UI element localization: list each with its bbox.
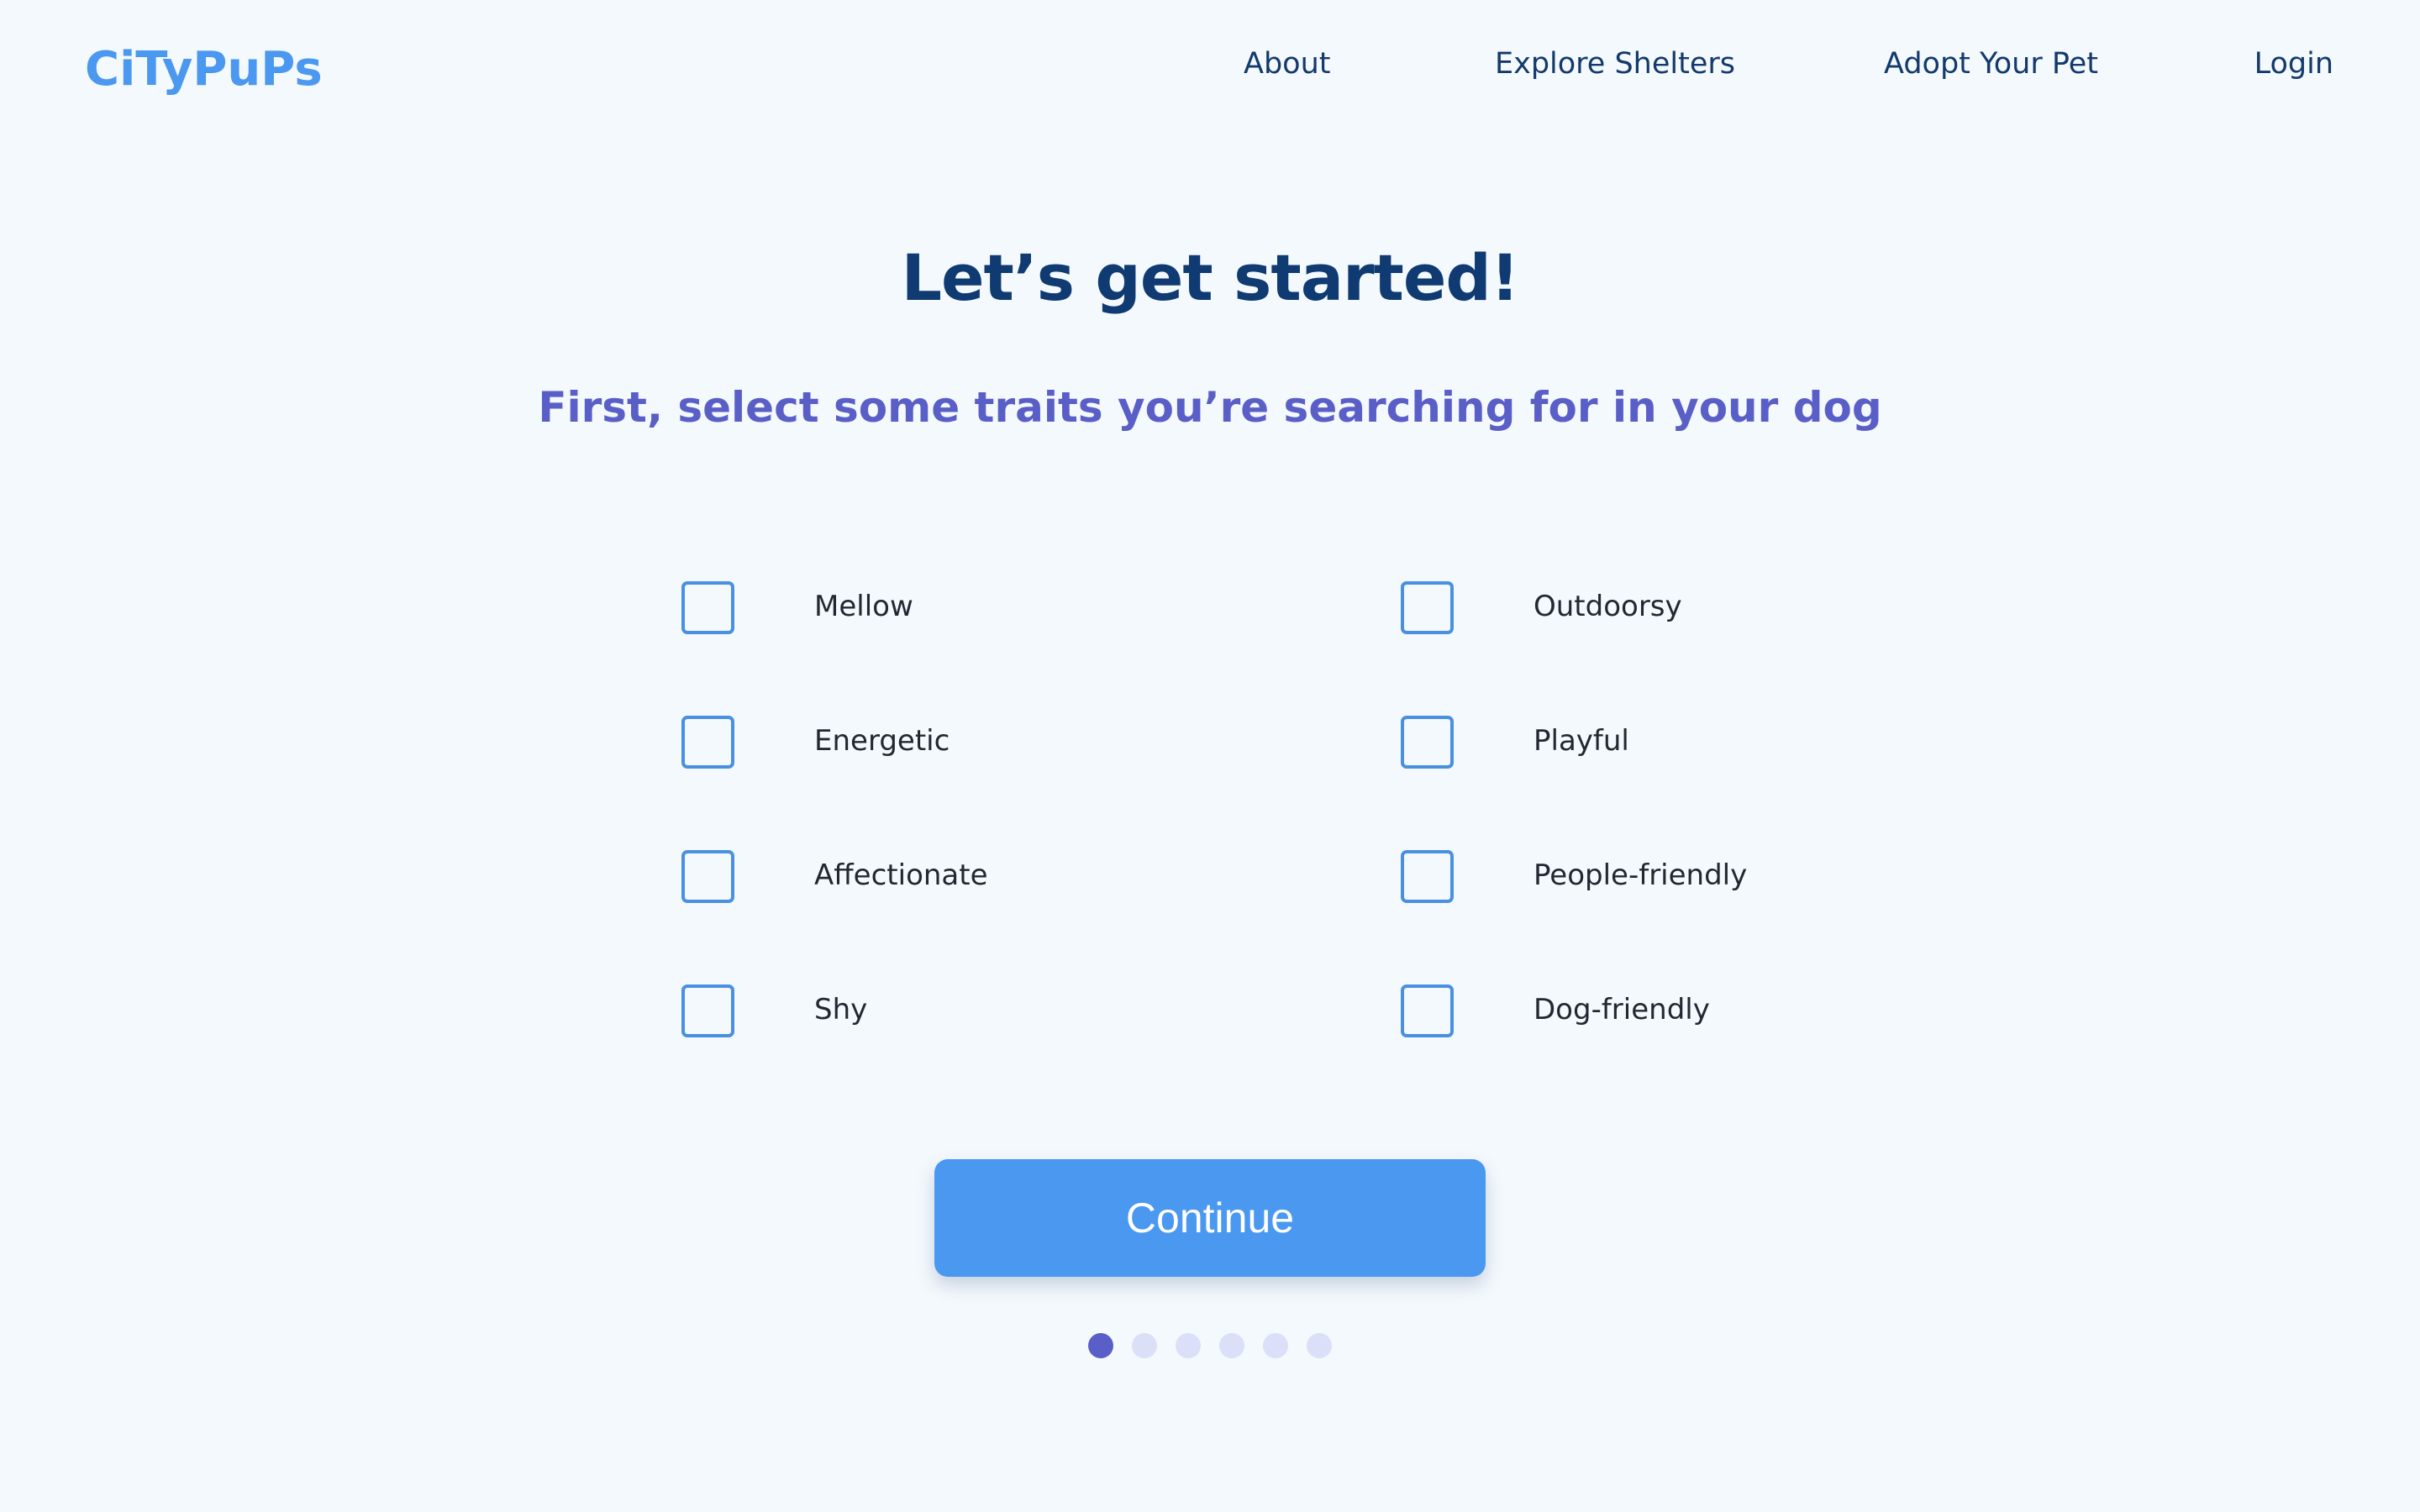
trait-label: Affectionate xyxy=(814,858,988,892)
step-dot-4[interactable] xyxy=(1219,1333,1244,1358)
trait-checkbox[interactable] xyxy=(1401,850,1454,903)
trait-checkbox[interactable] xyxy=(681,850,734,903)
step-dot-5[interactable] xyxy=(1263,1333,1288,1358)
trait-label: Shy xyxy=(814,993,868,1026)
page-title: Let’s get started! xyxy=(901,240,1520,315)
trait-label: Dog-friendly xyxy=(1534,993,1710,1026)
trait-option-affectionate[interactable]: Affectionate xyxy=(681,850,1270,903)
trait-checkbox[interactable] xyxy=(1401,716,1454,769)
trait-label: Mellow xyxy=(814,590,913,623)
trait-label: Outdoorsy xyxy=(1534,590,1682,623)
nav-explore-shelters-link[interactable]: Explore Shelters xyxy=(1495,47,1735,81)
trait-checkbox[interactable] xyxy=(1401,984,1454,1037)
step-dot-1[interactable] xyxy=(1088,1333,1113,1358)
step-dot-6[interactable] xyxy=(1307,1333,1332,1358)
trait-option-shy[interactable]: Shy xyxy=(681,984,1270,1037)
trait-checkbox[interactable] xyxy=(681,581,734,634)
trait-checkbox[interactable] xyxy=(1401,581,1454,634)
continue-button[interactable]: Continue xyxy=(934,1159,1486,1277)
trait-option-dog-friendly[interactable]: Dog-friendly xyxy=(1401,984,1989,1037)
trait-option-people-friendly[interactable]: People-friendly xyxy=(1401,850,1989,903)
nav-about-link[interactable]: About xyxy=(1244,47,1330,81)
trait-option-playful[interactable]: Playful xyxy=(1401,716,1989,769)
trait-checkbox[interactable] xyxy=(681,716,734,769)
trait-option-outdoorsy[interactable]: Outdoorsy xyxy=(1401,581,1989,634)
step-dot-2[interactable] xyxy=(1132,1333,1157,1358)
page-subtitle: First, select some traits you’re searchi… xyxy=(538,383,1882,432)
trait-label: People-friendly xyxy=(1534,858,1748,892)
trait-label: Energetic xyxy=(814,724,950,758)
nav-login-link[interactable]: Login xyxy=(2254,47,2333,81)
trait-checkbox[interactable] xyxy=(681,984,734,1037)
trait-label: Playful xyxy=(1534,724,1629,758)
trait-option-energetic[interactable]: Energetic xyxy=(681,716,1270,769)
step-dot-3[interactable] xyxy=(1176,1333,1201,1358)
brand-logo[interactable]: CiTyPuPs xyxy=(85,42,323,97)
trait-option-mellow[interactable]: Mellow xyxy=(681,581,1270,634)
nav-adopt-your-pet-link[interactable]: Adopt Your Pet xyxy=(1884,47,2098,81)
